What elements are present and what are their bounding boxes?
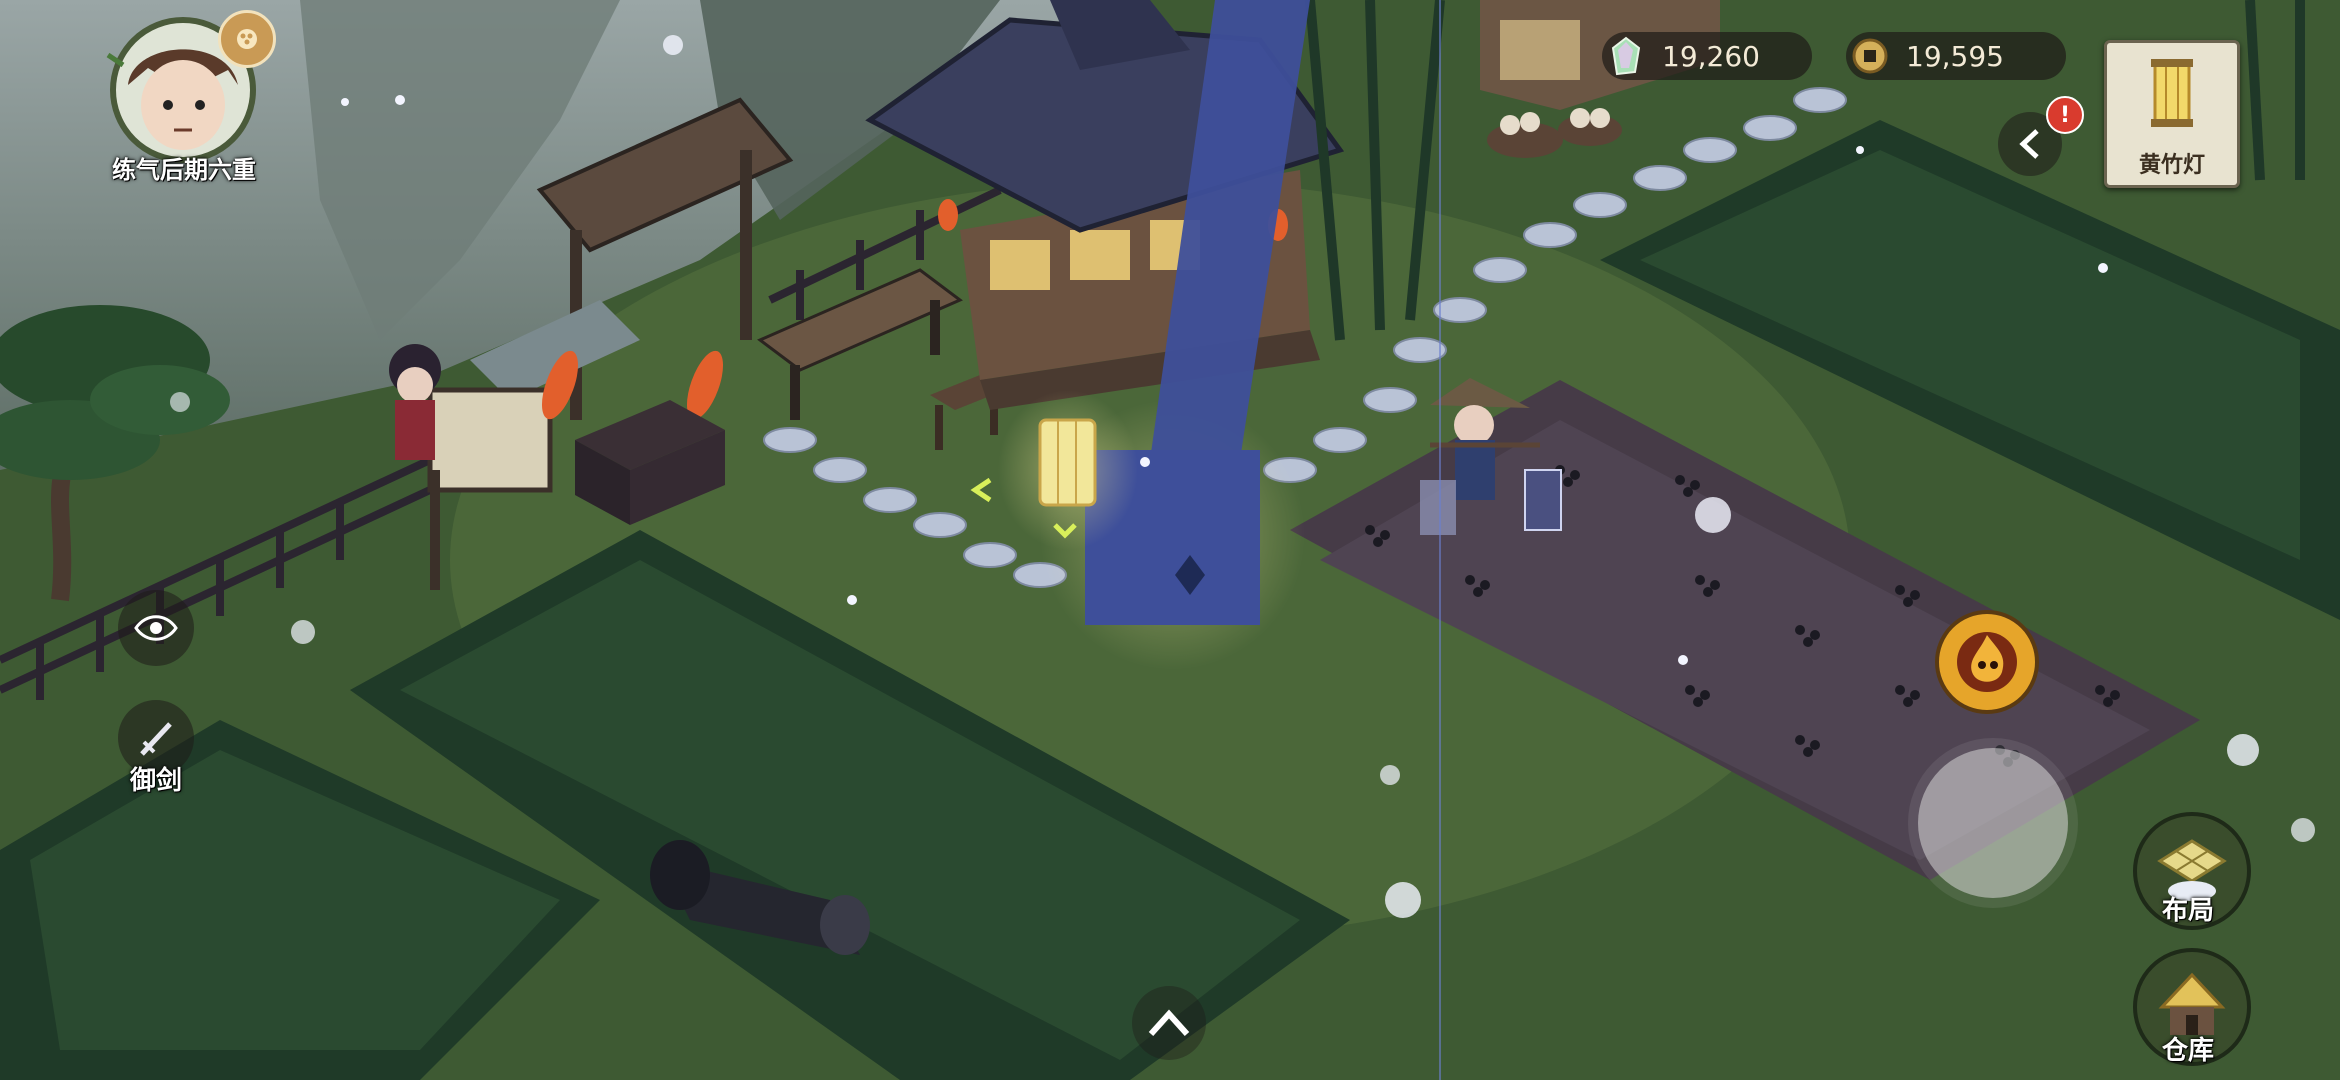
joystick-knob[interactable] xyxy=(1918,748,2068,898)
joystick[interactable] xyxy=(1908,738,2078,908)
lantern-icon xyxy=(2151,59,2193,127)
coin-value: 19,595 xyxy=(1906,39,2004,73)
spirit-stone-icon xyxy=(1602,32,1650,80)
coin-badge[interactable] xyxy=(218,10,276,68)
warehouse-label: 仓库 xyxy=(2161,1036,2214,1066)
coin-counter[interactable]: 19,595 xyxy=(1846,32,2066,80)
expand-menu-button[interactable] xyxy=(1132,986,1206,1060)
spirit-stone-value: 19,260 xyxy=(1662,39,1760,73)
cultivation-realm-label: 练气后期六重 xyxy=(112,156,256,184)
layout-label: 布局 xyxy=(2161,896,2214,926)
fire-skill-icon xyxy=(1957,632,2017,692)
alert-icon: ! xyxy=(2046,96,2084,134)
npc-girl[interactable] xyxy=(389,344,441,460)
view-toggle-button[interactable] xyxy=(118,590,194,666)
item-card-label: 黄竹灯 xyxy=(2138,153,2205,178)
eye-icon xyxy=(134,615,178,641)
back-arrow-icon xyxy=(2019,129,2039,159)
selected-item-card[interactable]: 黄竹灯 xyxy=(2104,40,2240,188)
chevron-up-icon xyxy=(1148,1009,1190,1037)
sword-icon xyxy=(140,722,172,756)
game-scene[interactable] xyxy=(0,0,2340,1080)
copper-coin-icon xyxy=(1846,32,1894,80)
skill-button[interactable] xyxy=(1935,610,2039,714)
spirit-stone-counter[interactable]: 19,260 xyxy=(1602,32,1812,80)
fly-sword-label: 御剑 xyxy=(129,766,182,796)
